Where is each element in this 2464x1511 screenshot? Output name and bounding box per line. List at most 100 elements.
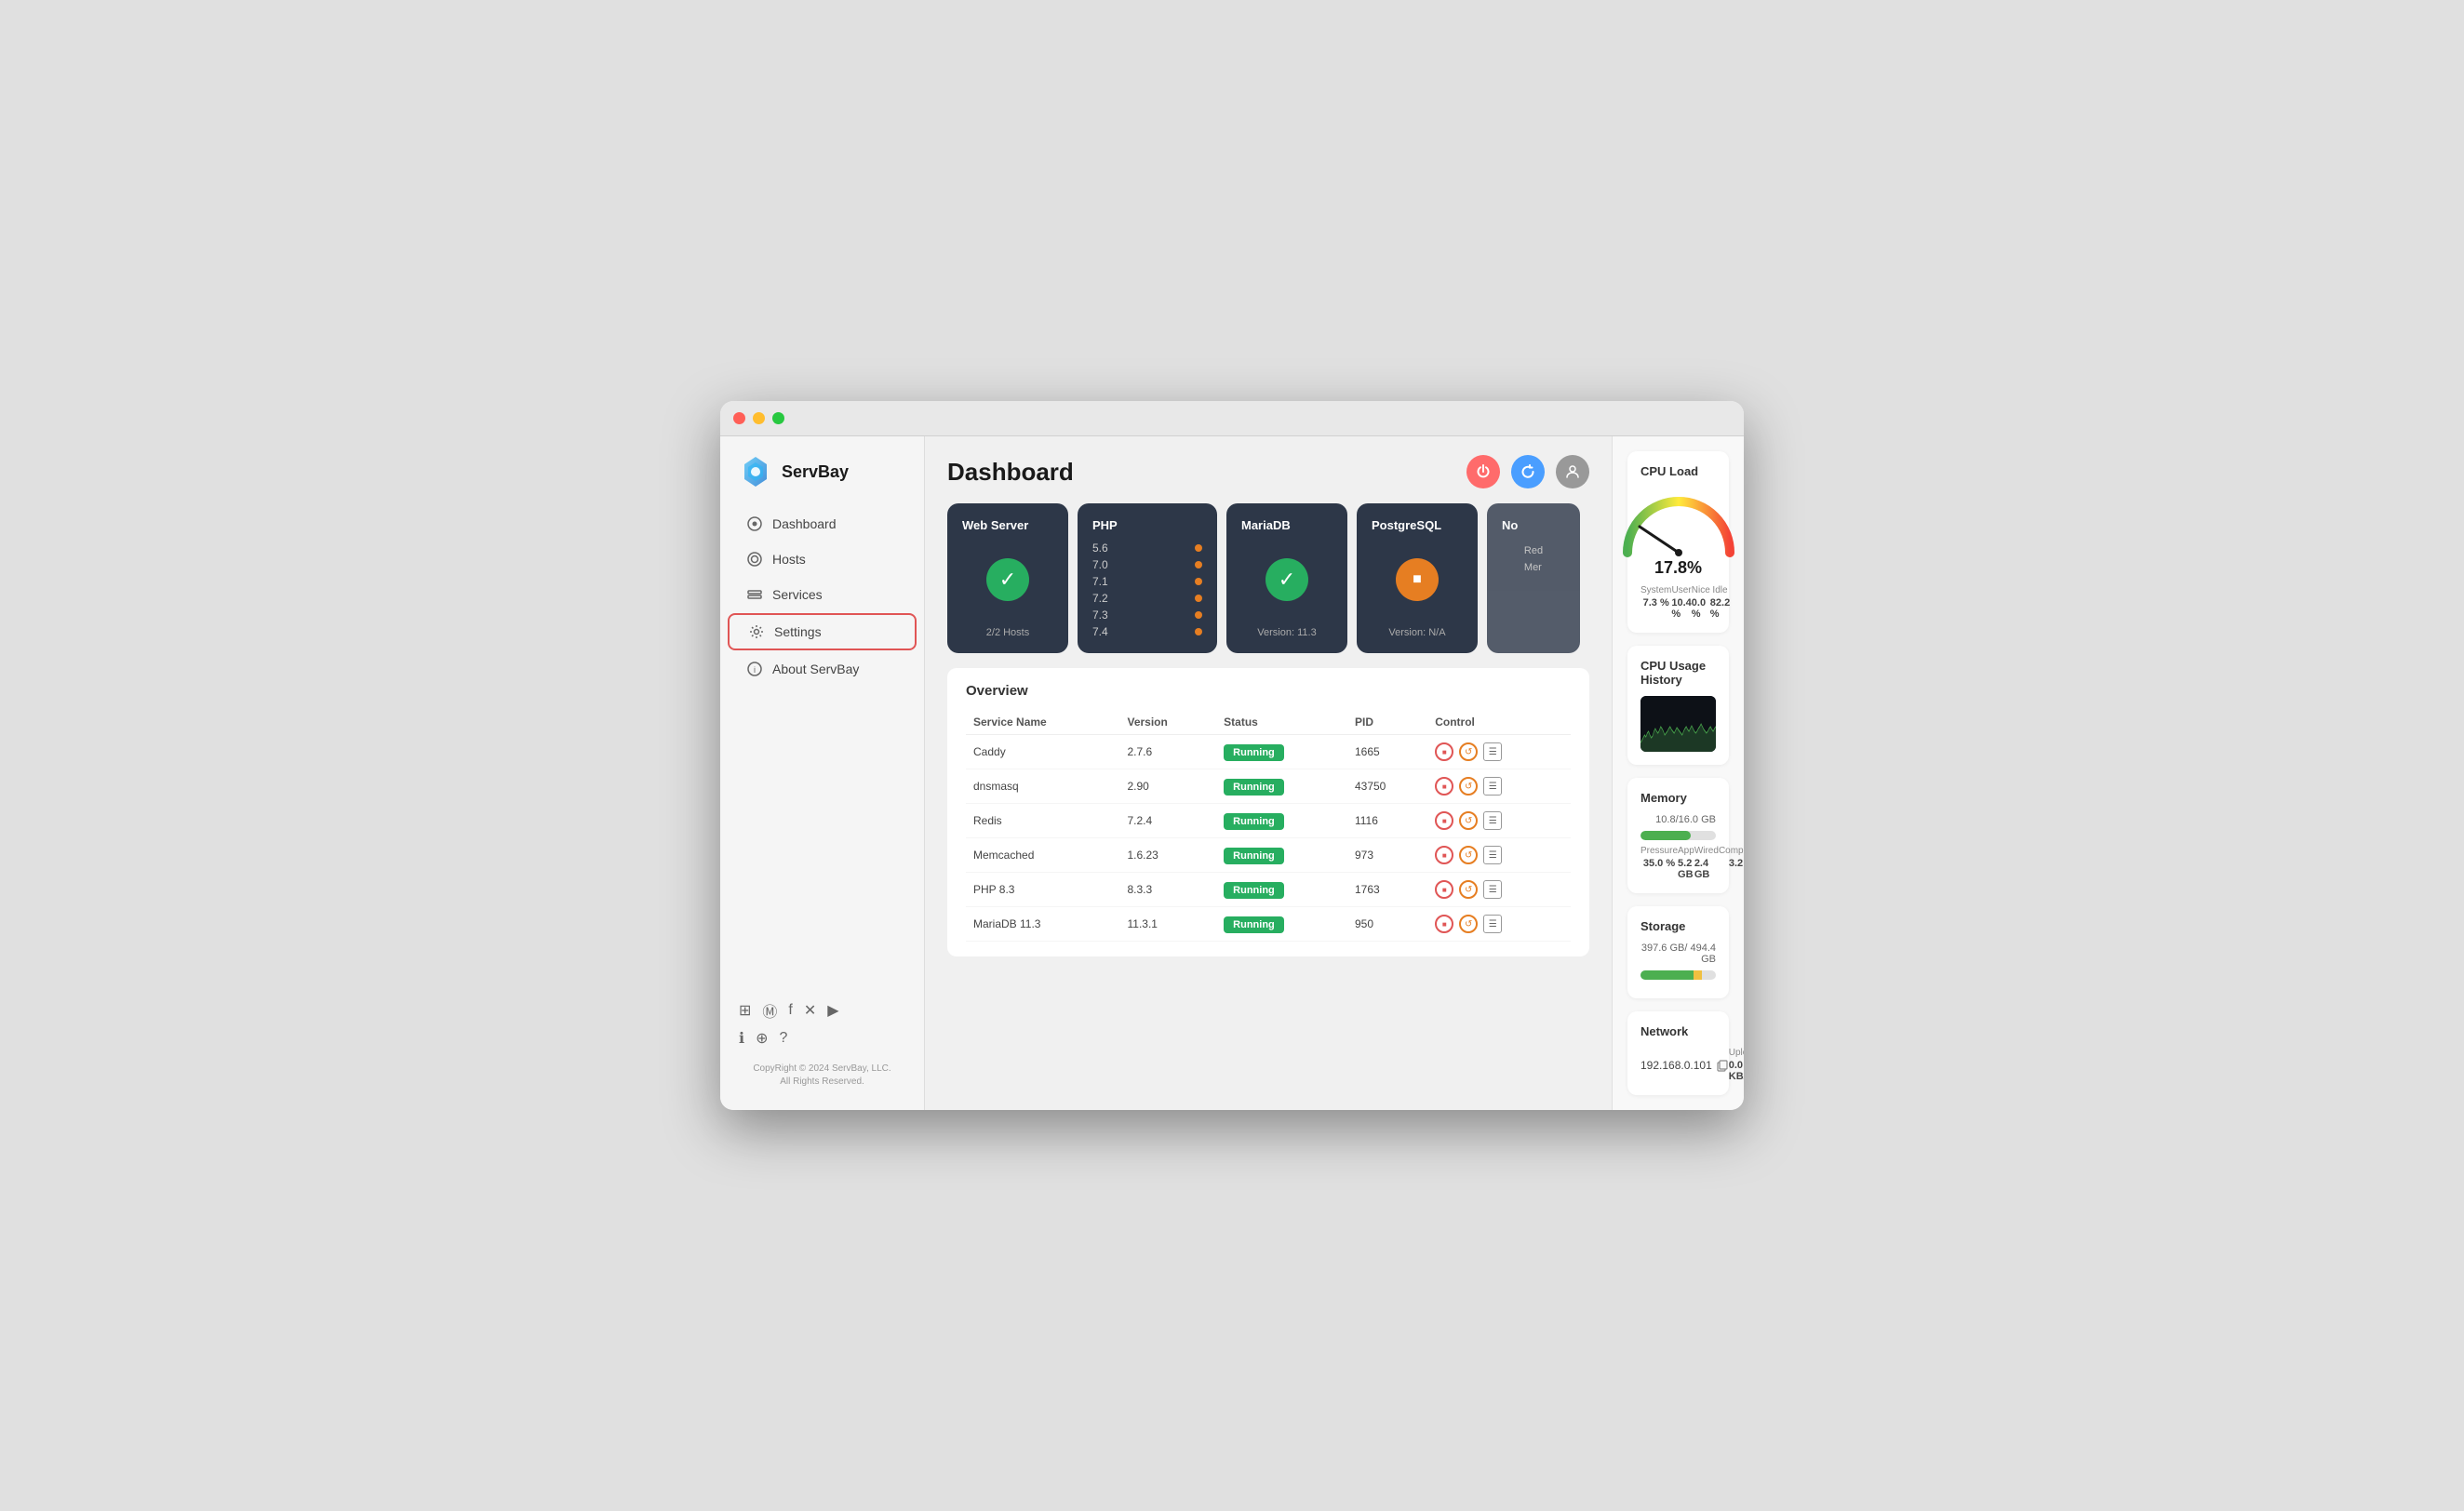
card-webserver-title: Web Server [962, 518, 1028, 532]
card-webserver[interactable]: Web Server ✓ 2/2 Hosts [947, 503, 1068, 653]
cell-service-name: Caddy [966, 735, 1119, 769]
php-version-71: 7.1 [1092, 575, 1202, 588]
info-icon[interactable]: ℹ [739, 1029, 744, 1048]
restart-button[interactable]: ↺ [1459, 846, 1478, 864]
restart-button[interactable]: ↺ [1459, 915, 1478, 933]
stop-button[interactable]: ■ [1435, 742, 1453, 761]
net-stat-upload: Upload 0.0 KB/s [1729, 1048, 1744, 1082]
card-mariadb-icon: ✓ [1265, 542, 1308, 618]
cpu-stat-system-value: 7.3 % [1643, 597, 1669, 608]
copy-icon[interactable] [1716, 1059, 1729, 1072]
restart-button[interactable]: ↺ [1459, 880, 1478, 899]
table-row: PHP 8.3 8.3.3 Running 1763 ■ ↺ ☰ [966, 873, 1571, 907]
sidebar-item-settings[interactable]: Settings [728, 613, 917, 650]
stop-button[interactable]: ■ [1435, 777, 1453, 796]
log-button[interactable]: ☰ [1483, 846, 1502, 864]
dashboard-label: Dashboard [772, 516, 837, 531]
card-postgresql-title: PostgreSQL [1372, 518, 1441, 532]
main-layout: ServBay Dashboard Hosts [720, 436, 1744, 1110]
php-dot-71 [1195, 578, 1202, 585]
minimize-button[interactable] [753, 412, 765, 424]
user-button[interactable] [1556, 455, 1589, 488]
cell-control: ■ ↺ ☰ [1427, 769, 1571, 804]
card-partial[interactable]: No Red Mer [1487, 503, 1580, 653]
webserver-status-icon: ✓ [986, 558, 1029, 601]
help-icon[interactable]: ? [779, 1030, 787, 1047]
stop-button[interactable]: ■ [1435, 846, 1453, 864]
restart-button[interactable]: ↺ [1459, 777, 1478, 796]
log-button[interactable]: ☰ [1483, 915, 1502, 933]
service-table: Service Name Version Status PID Control … [966, 710, 1571, 942]
cell-version: 8.3.3 [1119, 873, 1216, 907]
cpu-stat-idle-value: 82.2 % [1710, 597, 1730, 620]
col-control: Control [1427, 710, 1571, 735]
php-dot-70 [1195, 561, 1202, 568]
header-actions [1466, 455, 1589, 488]
cell-pid: 950 [1347, 907, 1427, 942]
mem-pressure-label: Pressure [1640, 846, 1678, 856]
cell-service-name: MariaDB 11.3 [966, 907, 1119, 942]
sidebar-social: ⊞ Ⓜ f ✕ ▶ ℹ ⊕ ? CopyRight © 2024 ServBay… [720, 990, 924, 1101]
medium-icon[interactable]: Ⓜ [762, 999, 777, 1022]
cpu-load-title: CPU Load [1640, 464, 1716, 478]
cpu-load-value: 17.8% [1654, 558, 1702, 578]
stop-button[interactable]: ■ [1435, 811, 1453, 830]
restart-button[interactable]: ↺ [1459, 811, 1478, 830]
mem-stat-app: App 5.2 GB [1678, 846, 1694, 880]
sidebar: ServBay Dashboard Hosts [720, 436, 925, 1110]
upload-value: 0.0 KB/s [1729, 1060, 1744, 1082]
card-mariadb-subtitle: Version: 11.3 [1257, 627, 1316, 638]
refresh-button[interactable] [1511, 455, 1545, 488]
about-label: About ServBay [772, 662, 859, 676]
cell-service-name: Memcached [966, 838, 1119, 873]
cell-control: ■ ↺ ☰ [1427, 873, 1571, 907]
log-button[interactable]: ☰ [1483, 811, 1502, 830]
maximize-button[interactable] [772, 412, 784, 424]
sidebar-navigation: Dashboard Hosts Services [720, 507, 924, 990]
globe-icon[interactable]: ⊕ [756, 1029, 768, 1048]
card-mariadb-title: MariaDB [1241, 518, 1291, 532]
card-postgresql[interactable]: PostgreSQL ■ Version: N/A [1357, 503, 1478, 653]
cell-status: Running [1216, 769, 1347, 804]
cell-pid: 1763 [1347, 873, 1427, 907]
content-header: Dashboard [925, 436, 1612, 503]
mem-app-label: App [1678, 846, 1694, 856]
log-button[interactable]: ☰ [1483, 880, 1502, 899]
network-section: Network 192.168.0.101 Upload [1627, 1011, 1729, 1095]
cell-service-name: dnsmasq [966, 769, 1119, 804]
restart-button[interactable]: ↺ [1459, 742, 1478, 761]
card-php[interactable]: PHP 5.6 7.0 7.1 [1078, 503, 1217, 653]
sidebar-item-dashboard[interactable]: Dashboard [728, 507, 917, 541]
stop-button[interactable]: ■ [1435, 915, 1453, 933]
hosts-label: Hosts [772, 552, 806, 567]
x-icon[interactable]: ✕ [804, 1001, 816, 1020]
sidebar-item-about[interactable]: i About ServBay [728, 652, 917, 686]
sidebar-item-hosts[interactable]: Hosts [728, 542, 917, 576]
postgresql-status-icon: ■ [1396, 558, 1439, 601]
content-area: Dashboard [925, 436, 1744, 1110]
sidebar-item-services[interactable]: Services [728, 578, 917, 611]
dashboard-icon [746, 515, 763, 532]
table-row: dnsmasq 2.90 Running 43750 ■ ↺ ☰ [966, 769, 1571, 804]
storage-bar-green [1640, 970, 1694, 980]
cpu-load-section: CPU Load [1627, 451, 1729, 633]
log-button[interactable]: ☰ [1483, 777, 1502, 796]
php-dot-73 [1195, 611, 1202, 619]
storage-bar-yellow [1694, 970, 1703, 980]
php-version-73: 7.3 [1092, 608, 1202, 622]
youtube-icon[interactable]: ▶ [827, 1001, 838, 1020]
power-button[interactable] [1466, 455, 1500, 488]
facebook-icon[interactable]: f [788, 1002, 792, 1019]
log-button[interactable]: ☰ [1483, 742, 1502, 761]
gauge-svg [1614, 488, 1744, 562]
discord-icon[interactable]: ⊞ [739, 1001, 751, 1020]
memory-bar-fill [1640, 831, 1691, 840]
card-partial-title: No [1502, 518, 1518, 532]
stop-button[interactable]: ■ [1435, 880, 1453, 899]
close-button[interactable] [733, 412, 745, 424]
php-dot-72 [1195, 595, 1202, 602]
card-mariadb[interactable]: MariaDB ✓ Version: 11.3 [1226, 503, 1347, 653]
network-title: Network [1640, 1024, 1716, 1038]
php-version-70: 7.0 [1092, 558, 1202, 571]
cell-version: 7.2.4 [1119, 804, 1216, 838]
